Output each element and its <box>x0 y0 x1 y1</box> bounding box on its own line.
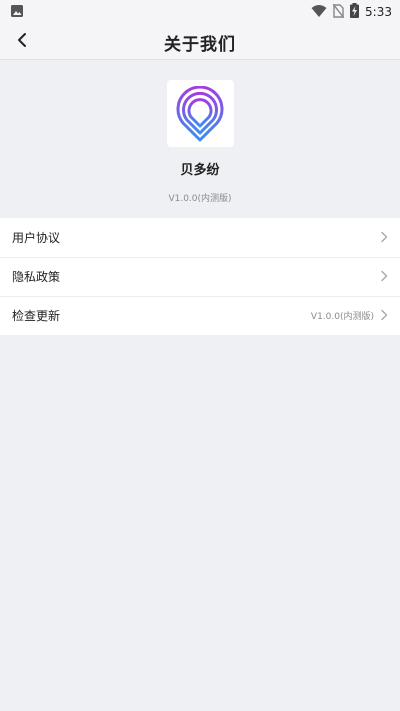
no-sim-icon <box>332 3 345 22</box>
app-logo <box>166 80 234 147</box>
menu-item-label: 检查更新 <box>12 309 61 323</box>
chevron-right-icon <box>380 306 388 325</box>
image-icon <box>10 3 24 22</box>
chevron-left-icon <box>16 32 28 52</box>
page-title: 关于我们 <box>164 34 236 55</box>
app-version: V1.0.0(内测版) <box>168 194 232 204</box>
back-button[interactable] <box>8 24 36 60</box>
settings-menu: 用户协议 隐私政策 检查更新 V1.0.0(内测版) <box>0 218 400 335</box>
app-name: 贝多纷 <box>180 163 220 178</box>
chevron-right-icon <box>380 228 388 247</box>
nav-bar: 关于我们 <box>0 24 400 60</box>
battery-charging-icon <box>350 2 360 22</box>
chevron-right-icon <box>380 267 388 286</box>
menu-item-check-update[interactable]: 检查更新 V1.0.0(内测版) <box>0 296 400 335</box>
menu-item-label: 隐私政策 <box>12 270 61 284</box>
status-bar: 5:33 <box>0 0 400 24</box>
status-time: 5:33 <box>365 5 392 19</box>
menu-item-user-agreement[interactable]: 用户协议 <box>0 218 400 257</box>
wifi-icon <box>311 3 327 22</box>
menu-item-privacy-policy[interactable]: 隐私政策 <box>0 257 400 296</box>
menu-item-label: 用户协议 <box>12 231 61 245</box>
current-version-value: V1.0.0(内测版) <box>310 312 374 322</box>
location-pin-logo-icon <box>176 85 224 141</box>
about-header: 贝多纷 V1.0.0(内测版) <box>0 60 400 218</box>
